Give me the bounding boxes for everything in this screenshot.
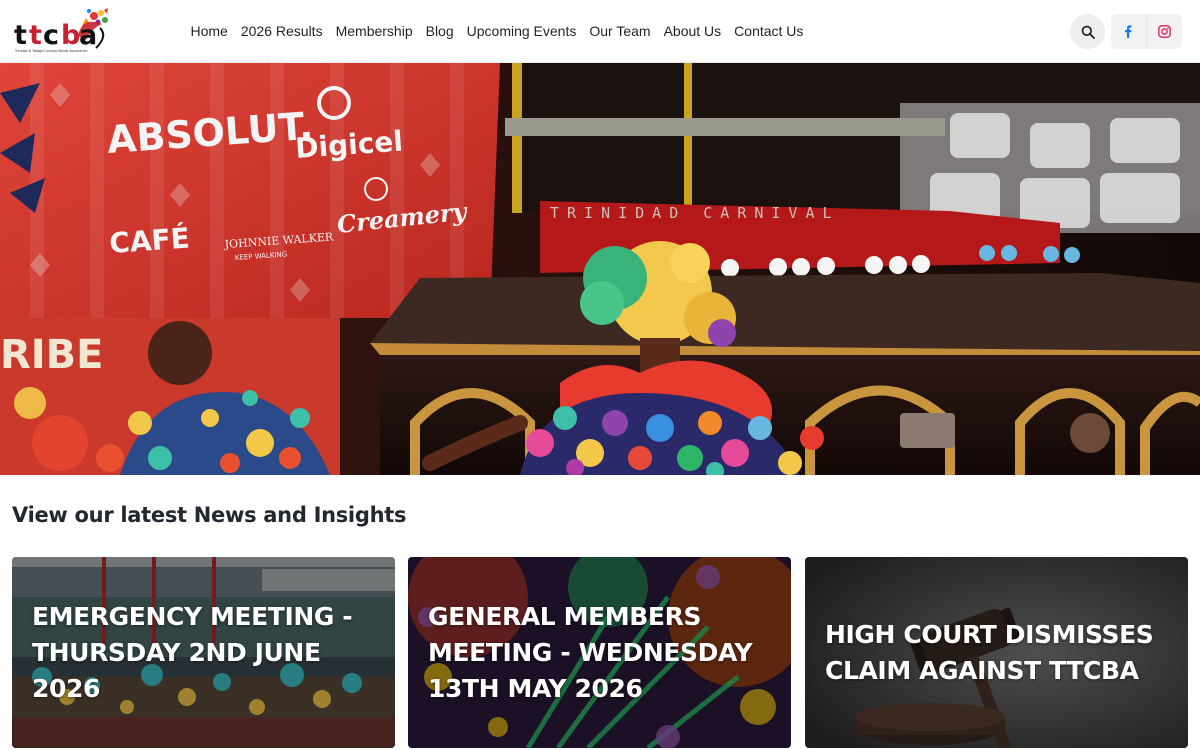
- nav-item-blog[interactable]: Blog: [419, 0, 460, 63]
- banner-brand-ribe: RIBE: [0, 332, 104, 378]
- banner-brand-cafe: CAFÉ: [108, 220, 191, 260]
- site-header: t t c b a Trinidad & Tobago Carnival Ban…: [0, 0, 1200, 63]
- hero-banner: ABSOLUT. Digicel JOHNNIE WALKER KEEP WAL…: [0, 63, 1200, 475]
- svg-text:t: t: [29, 20, 42, 51]
- stage-sign-text: TRINIDAD CARNIVAL: [550, 204, 840, 222]
- svg-text:t: t: [14, 20, 27, 51]
- search-icon: [1081, 25, 1095, 39]
- nav-item-our-team[interactable]: Our Team: [583, 0, 657, 63]
- facebook-icon: [1125, 25, 1132, 38]
- news-card-title: EMERGENCY MEETING - THURSDAY 2ND JUNE 20…: [32, 601, 353, 703]
- nav-item-2026-results[interactable]: 2026 Results: [234, 0, 329, 63]
- nav-item-membership[interactable]: Membership: [329, 0, 419, 63]
- search-button[interactable]: [1070, 14, 1105, 49]
- main-nav: Home 2026 Results Membership Blog Upcomi…: [184, 0, 810, 63]
- news-card[interactable]: HIGH COURT DISMISSES CLAIM AGAINST TTCBA: [805, 557, 1188, 748]
- news-card[interactable]: GENERAL MEMBERS MEETING - WEDNESDAY 13TH…: [408, 557, 791, 748]
- news-card[interactable]: EMERGENCY MEETING - THURSDAY 2ND JUNE 20…: [12, 557, 395, 748]
- instagram-icon: [1157, 25, 1171, 38]
- nav-item-about-us[interactable]: About Us: [657, 0, 728, 63]
- news-card-title: HIGH COURT DISMISSES CLAIM AGAINST TTCBA: [825, 619, 1154, 685]
- nav-item-upcoming-events[interactable]: Upcoming Events: [460, 0, 583, 63]
- nav-item-home[interactable]: Home: [184, 0, 234, 63]
- news-card-title: GENERAL MEMBERS MEETING - WEDNESDAY 13TH…: [428, 601, 753, 703]
- ttcba-logo[interactable]: t t c b a Trinidad & Tobago Carnival Ban…: [12, 6, 112, 56]
- svg-text:c: c: [43, 20, 58, 51]
- news-cards: EMERGENCY MEETING - THURSDAY 2ND JUNE 20…: [12, 557, 1188, 748]
- hero-image: ABSOLUT. Digicel JOHNNIE WALKER KEEP WAL…: [0, 63, 1200, 475]
- nav-item-contact-us[interactable]: Contact Us: [728, 0, 810, 63]
- news-section-title: View our latest News and Insights: [12, 503, 407, 527]
- social-links: [1111, 14, 1182, 49]
- svg-text:a: a: [79, 20, 96, 51]
- facebook-link[interactable]: [1111, 14, 1147, 49]
- svg-text:b: b: [61, 20, 80, 51]
- logo-subtitle: Trinidad & Tobago Carnival Bands Associa…: [14, 49, 88, 53]
- instagram-link[interactable]: [1147, 14, 1183, 49]
